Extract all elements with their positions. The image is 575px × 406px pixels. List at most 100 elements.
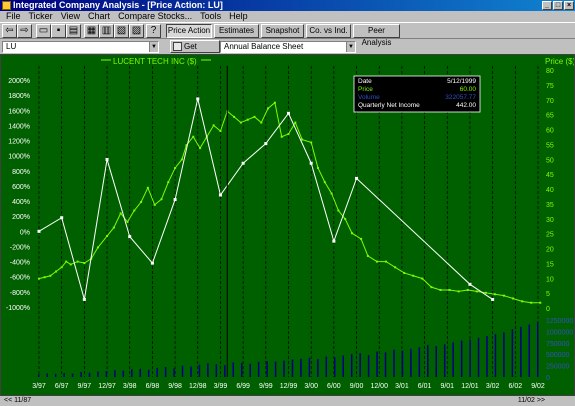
tooltip-price-value: 60.00 [460, 86, 477, 93]
price-point [394, 266, 397, 269]
price-point [421, 277, 424, 280]
volume-bar [308, 357, 311, 377]
right-tick-label: 0 [546, 306, 550, 313]
volume-bar [435, 345, 438, 377]
tooltip-date-value: 5/12/1999 [447, 78, 476, 85]
nav-prev-link[interactable]: << 11/87 [4, 396, 31, 406]
price-point [146, 186, 149, 189]
price-point [337, 209, 340, 212]
report-toolbar: LU ▼ Get Report Annual Balance Sheet ▼ [0, 40, 575, 62]
volume-bar [54, 373, 57, 377]
help-icon[interactable]: ? [146, 24, 161, 38]
volume-bar [207, 363, 209, 377]
menu-file[interactable]: File [2, 11, 25, 22]
tab-peer-analysis[interactable]: Peer Analysis [353, 24, 400, 47]
menu-help[interactable]: Help [225, 11, 252, 22]
chart-area[interactable]: 2000% 1800% 1600% 1400% 1200% 1000% 800% 600% 40… [0, 54, 575, 396]
table-icon[interactable]: ▧ [114, 24, 129, 38]
volume-bar [266, 361, 268, 377]
tab-estimates[interactable]: Estimates [214, 24, 259, 38]
right-tick-label: 40 [546, 187, 554, 194]
price-point [412, 274, 415, 277]
volume-bar [80, 371, 82, 377]
volume-bar [164, 366, 167, 377]
menu-ticker[interactable]: Ticker [25, 11, 57, 22]
menu-chart[interactable]: Chart [84, 11, 114, 22]
maximize-button[interactable]: □ [553, 1, 563, 10]
volume-bar [410, 348, 412, 377]
income-point [128, 235, 132, 239]
left-tick-label: 1600% [8, 108, 30, 115]
price-point [360, 237, 363, 240]
volume-bar [350, 354, 353, 377]
volume-bar [88, 372, 91, 377]
report-icon [173, 42, 182, 51]
volume-bar [376, 351, 378, 377]
price-point [294, 121, 297, 124]
chevron-down-icon[interactable]: ▼ [149, 42, 158, 52]
get-report-button[interactable]: Get Report [170, 40, 220, 62]
left-tick-label: 1400% [8, 123, 30, 130]
calculator-icon[interactable]: ▨ [129, 24, 144, 38]
tooltip-price-label: Price [358, 86, 373, 93]
x-tick-label: 12/01 [461, 383, 479, 390]
volume-bar [46, 373, 48, 377]
x-tick-label: 9/00 [350, 383, 364, 390]
income-point [309, 161, 313, 165]
price-point [484, 291, 487, 294]
forward-arrow-icon[interactable]: ⇨ [17, 24, 32, 38]
income-point [287, 111, 290, 115]
minimize-button[interactable]: _ [542, 1, 552, 10]
x-tick-label: 6/00 [327, 383, 341, 390]
x-tick-label: 12/98 [189, 383, 207, 390]
menu-tools[interactable]: Tools [196, 11, 225, 22]
menu-view[interactable]: View [57, 11, 84, 22]
price-point [167, 181, 170, 184]
x-tick-label: 9/02 [531, 383, 545, 390]
right-axis-label: Price ($) [545, 57, 574, 66]
left-tick-label: 1200% [8, 139, 30, 146]
spreadsheet-icon[interactable]: ▦ [84, 24, 99, 38]
price-point [112, 226, 115, 229]
income-point [196, 97, 200, 101]
open-folder-icon[interactable]: ▭ [36, 24, 51, 38]
x-tick-label: 6/02 [509, 383, 523, 390]
nav-next-link[interactable]: 11/02 >> [518, 396, 545, 406]
left-tick-label: -800% [10, 290, 30, 297]
price-point [267, 107, 270, 110]
tab-co-vs-ind[interactable]: Co. vs Ind. [306, 24, 351, 38]
volume-bar [38, 374, 40, 377]
income-point [105, 157, 109, 161]
price-point [233, 115, 236, 118]
volume-bar [443, 344, 446, 377]
price-point [521, 300, 524, 303]
income-point [355, 176, 359, 180]
price-point [174, 166, 177, 169]
price-point [65, 260, 68, 263]
x-tick-label: 6/98 [146, 383, 160, 390]
volume-bar [105, 371, 108, 377]
grid-icon[interactable]: ▥ [99, 24, 114, 38]
price-chart[interactable]: 2000%1800%1600%1400%1200%1000%800%600%40… [1, 55, 575, 395]
tab-snapshot[interactable]: Snapshot [261, 24, 304, 38]
price-point [330, 192, 333, 195]
volume-bar [274, 361, 277, 377]
tab-price-action[interactable]: Price Action [166, 24, 212, 38]
volume-bar [486, 335, 488, 377]
right-tick-label: 20 [546, 247, 554, 254]
back-arrow-icon[interactable]: ⇦ [2, 24, 17, 38]
ticker-combo[interactable]: LU ▼ [2, 41, 159, 53]
price-point [385, 260, 388, 263]
save-disk-icon[interactable]: ▪ [51, 24, 66, 38]
report-type-combo[interactable]: Annual Balance Sheet ▼ [220, 41, 356, 53]
price-point [153, 203, 156, 206]
close-button[interactable]: × [564, 1, 574, 10]
right-tick-label: 45 [546, 172, 554, 179]
print-icon[interactable]: ▤ [66, 24, 81, 38]
volume-bar [427, 345, 429, 377]
menu-compare-stocks[interactable]: Compare Stocks... [114, 11, 196, 22]
volume-bar [291, 359, 294, 377]
chevron-down-icon[interactable]: ▼ [346, 42, 355, 52]
price-point [133, 209, 136, 212]
price-point [287, 132, 290, 135]
